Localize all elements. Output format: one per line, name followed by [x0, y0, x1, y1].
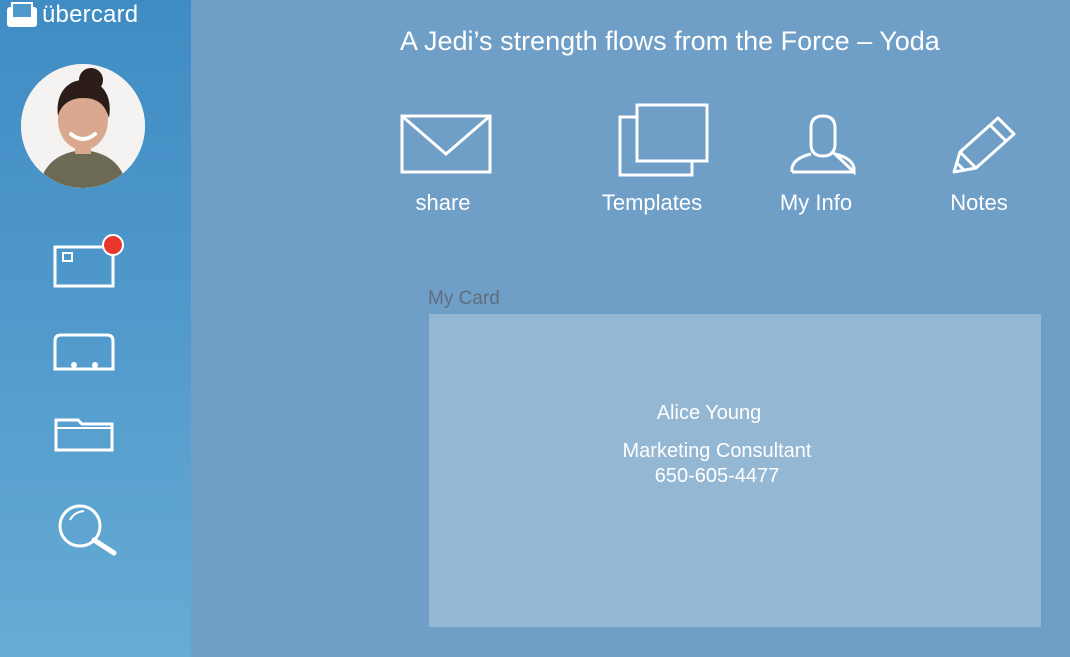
card-title: Marketing Consultant [622, 440, 812, 462]
notification-badge [102, 234, 124, 256]
app-name: übercard [42, 1, 139, 28]
card-phone: 650-605-4477 [654, 465, 780, 487]
notes-label: Notes [950, 190, 1008, 215]
pencil-icon [952, 116, 1016, 174]
sidebar-item-search[interactable] [50, 500, 120, 558]
sidebar-item-cards[interactable] [50, 327, 120, 385]
brand[interactable]: übercard [6, 1, 139, 28]
my-info-label: My Info [779, 190, 853, 215]
share-label: share [415, 190, 471, 215]
envelope-icon [400, 114, 492, 174]
sidebar-item-folders[interactable] [50, 408, 120, 466]
sidebar: übercard [0, 0, 191, 657]
folder-icon [54, 418, 114, 452]
sidebar-item-inbox[interactable] [50, 234, 124, 296]
share-button[interactable]: share [400, 114, 492, 224]
card-name: Alice Young [656, 402, 762, 424]
card-caption: My Card [428, 288, 500, 309]
page-quote: A Jedi’s strength flows from the Force –… [400, 26, 940, 56]
templates-label: Templates [601, 190, 703, 215]
templates-icon [618, 103, 709, 177]
search-icon [58, 504, 117, 556]
avatar[interactable] [21, 64, 145, 188]
avatar-photo [21, 64, 145, 188]
business-card[interactable]: Alice Young Marketing Consultant 650-605… [429, 314, 1041, 627]
notes-button[interactable]: Notes [950, 114, 1020, 224]
my-info-button[interactable]: My Info [780, 114, 858, 224]
templates-button[interactable]: Templates [602, 103, 710, 224]
card-box-icon [7, 2, 37, 27]
card-tray-icon [53, 333, 115, 371]
person-icon [790, 114, 856, 176]
